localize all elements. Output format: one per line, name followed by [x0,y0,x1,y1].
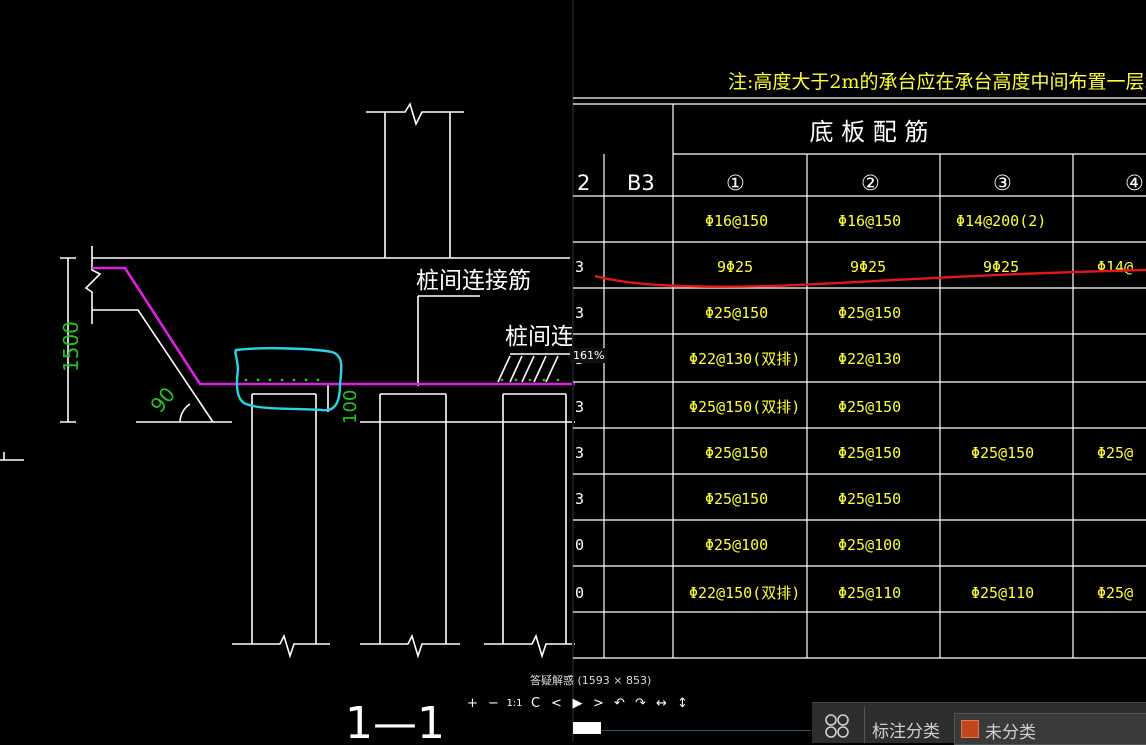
category-color-swatch [961,720,979,738]
thumbnail-strip[interactable] [573,722,601,734]
column-header: 2 [577,171,590,195]
flip-horizontal-button[interactable]: ↔ [651,692,672,714]
table-cell: Φ25@150 [705,490,768,508]
column-header: ③ [993,171,1012,195]
table-cell: 9Φ25 [717,258,753,276]
viewer-toolbar: + − 1:1 C < ▶ > ↶ ↷ ↔ ↕ [462,692,693,714]
zoom-out-button[interactable]: − [483,692,504,714]
column-header: B3 [627,171,655,195]
table-cell: Φ25@100 [838,536,901,554]
grid-icon[interactable] [824,713,850,739]
table-cell: Φ25@110 [838,584,901,602]
column-header: ④ [1125,171,1144,195]
table-cell: Φ14@ [1097,258,1133,276]
table-header-group: 底 板 配 筋 [810,118,929,146]
row-index: 3 [575,490,584,508]
uncategorized-item[interactable]: 未分类 [954,713,1146,745]
table-cell: Φ16@150 [838,212,901,230]
table-cell: Φ25@150 [838,490,901,508]
next-button[interactable]: > [588,692,609,714]
table-cell: 9Φ25 [850,258,886,276]
panel-separator [864,707,865,743]
right-cad-table: 注:高度大于2m的承台应在承台高度中间布置一层水平双向钢筋网 底 板 配 筋 2… [573,71,1146,659]
pile-connect-rebar-label: 桩间连接筋 [416,268,531,294]
rotate-left-button[interactable]: ↶ [609,692,630,714]
previous-button[interactable]: < [546,692,567,714]
row-index: 3 [575,304,584,322]
left-cad-drawing: 1500 100 90 桩间连接筋 桩间连 1—1 [0,102,575,742]
table-cell: Φ22@130 [838,350,901,368]
table-cell: Φ25@150(双排) [689,398,800,416]
play-button[interactable]: ▶ [567,692,588,714]
row-index: 0 [575,584,584,602]
annotation-category-panel: 标注分类 未分类 [812,702,1146,745]
table-cell: Φ25@150 [838,444,901,462]
actual-size-button[interactable]: 1:1 [504,692,525,714]
table-cell: Φ25@150 [705,304,768,322]
section-label: 1—1 [345,698,445,742]
dimension-1500-label: 1500 [59,321,83,372]
table-cell: Φ25@150 [971,444,1034,462]
thumbnail-scroll-track[interactable] [601,730,811,731]
row-index: 3 [575,258,584,276]
dimension-100-label: 100 [340,390,361,424]
angle-90-label: 90 [145,382,180,417]
refresh-button[interactable]: C [525,692,546,714]
table-cell: Φ16@150 [705,212,768,230]
table-cell: Φ25@150 [705,444,768,462]
row-index: 3 [575,444,584,462]
table-cell: Φ25@150 [838,398,901,416]
uncategorized-label: 未分类 [985,723,1036,743]
table-cell: Φ25@150 [838,304,901,322]
column-header: ② [861,171,880,195]
table-cell: Φ22@150(双排) [689,584,800,602]
rotate-right-button[interactable]: ↷ [630,692,651,714]
pile-connect-rebar-label-partial: 桩间连 [505,324,574,350]
table-cell: Φ25@100 [705,536,768,554]
table-cell: Φ25@ [1097,584,1133,602]
table-cell: Φ22@130(双排) [689,350,800,368]
flip-vertical-button[interactable]: ↕ [672,692,693,714]
column-header: ① [726,171,745,195]
table-cell: Φ25@110 [971,584,1034,602]
table-note: 注:高度大于2m的承台应在承台高度中间布置一层水平双向钢筋网 [728,71,1146,93]
zoom-level-badge: 161% [570,348,608,363]
image-caption: 答疑解惑 (1593 × 853) [530,674,652,687]
table-cell: Φ14@200(2) [956,212,1046,230]
annotation-category-label: 标注分类 [872,722,940,742]
row-index: 3 [575,398,584,416]
row-index: 0 [575,536,584,554]
zoom-in-button[interactable]: + [462,692,483,714]
table-cell: Φ25@ [1097,444,1133,462]
